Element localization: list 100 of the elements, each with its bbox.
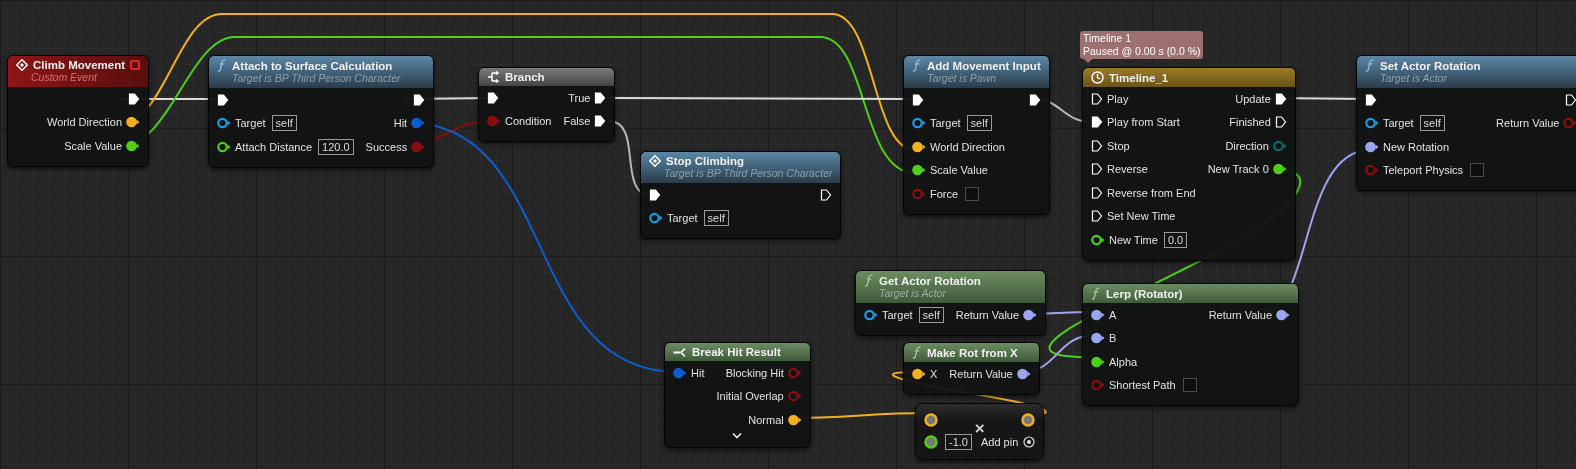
exec-pin-icon[interactable] bbox=[594, 91, 607, 104]
pin-icon[interactable] bbox=[912, 140, 926, 153]
exec-pin-icon[interactable] bbox=[1091, 210, 1103, 223]
node-header[interactable]: Break Hit Result bbox=[665, 343, 810, 361]
exec-pin-icon[interactable] bbox=[1091, 139, 1103, 152]
pin-label: Direction bbox=[1225, 139, 1269, 152]
value-field[interactable]: self bbox=[918, 306, 944, 323]
add-pin-label[interactable]: Add pin bbox=[980, 436, 1019, 448]
pin-icon[interactable] bbox=[924, 413, 938, 427]
pin-icon[interactable] bbox=[1365, 140, 1379, 153]
pin-icon[interactable] bbox=[1091, 308, 1105, 321]
exec-pin-icon[interactable] bbox=[1091, 116, 1103, 129]
pin-icon[interactable] bbox=[1091, 233, 1105, 246]
node-header[interactable]: Make Rot from X bbox=[904, 343, 1039, 362]
pin-icon[interactable] bbox=[1021, 413, 1036, 427]
checkbox[interactable] bbox=[1470, 163, 1485, 178]
node-header[interactable]: Timeline_1 bbox=[1083, 68, 1295, 87]
graph-node[interactable]: Climb Movement Custom Event World Direction Scale Value bbox=[7, 55, 149, 167]
exec-pin-icon[interactable] bbox=[820, 188, 833, 201]
graph-node[interactable]: Branch Condition True False bbox=[478, 67, 616, 142]
pin-icon[interactable] bbox=[912, 164, 926, 177]
exec-pin-icon[interactable] bbox=[217, 93, 229, 106]
pin-label: Teleport Physics bbox=[1383, 164, 1464, 177]
node-header[interactable]: Branch bbox=[479, 68, 615, 86]
pin-icon[interactable] bbox=[217, 117, 231, 130]
exec-pin-icon[interactable] bbox=[912, 93, 924, 106]
graph-node[interactable]: Break Hit Result Hit Blocking Hit Initial Overlap Normal bbox=[664, 342, 811, 448]
graph-node[interactable]: Lerp (Rotator) A B Alpha Shortest Path Return Value bbox=[1082, 283, 1300, 406]
pin-icon[interactable] bbox=[126, 116, 140, 129]
pin-label: Target bbox=[235, 117, 266, 130]
checkbox[interactable] bbox=[1182, 378, 1197, 393]
exec-pin-icon[interactable] bbox=[1565, 93, 1576, 106]
node-header[interactable]: Stop Climbing Target is BP Third Person Character bbox=[641, 152, 841, 183]
graph-node[interactable]: × -1.0 Add pin bbox=[915, 403, 1045, 460]
graph-node[interactable]: Set Actor Rotation Target is Actor Target self New Rotation Teleport Physics Return Value bbox=[1356, 55, 1576, 191]
exec-pin-icon[interactable] bbox=[128, 92, 140, 105]
branch-icon bbox=[487, 71, 500, 83]
exec-pin-icon[interactable] bbox=[594, 115, 607, 128]
pin-label: A bbox=[1109, 308, 1117, 321]
node-header[interactable]: Set Actor Rotation Target is Actor bbox=[1357, 56, 1576, 88]
chevron-down-icon[interactable] bbox=[732, 431, 743, 439]
node-header[interactable]: Lerp (Rotator) bbox=[1083, 284, 1299, 303]
graph-node[interactable]: Stop Climbing Target is BP Third Person Character Target self bbox=[640, 151, 842, 239]
node-header[interactable]: Add Movement Input Target is Pawn bbox=[904, 56, 1049, 88]
value-field[interactable]: 0.0 bbox=[1163, 231, 1188, 248]
delegate-pin-icon[interactable] bbox=[130, 60, 140, 70]
function-icon bbox=[217, 59, 227, 72]
graph-node[interactable]: Add Movement Input Target is Pawn Target self World Direction Scale Value Force bbox=[903, 55, 1050, 215]
exec-pin-icon[interactable] bbox=[1365, 93, 1377, 106]
pin-icon[interactable] bbox=[1091, 355, 1105, 368]
graph-node[interactable]: Make Rot from X X Return Value bbox=[903, 342, 1040, 395]
pin-label: World Direction bbox=[930, 140, 1005, 153]
node-subtitle: Target is BP Third Person Character bbox=[663, 167, 833, 180]
pin-icon[interactable] bbox=[217, 140, 231, 153]
value-field[interactable]: self bbox=[271, 115, 297, 132]
pin-icon[interactable] bbox=[1365, 117, 1379, 130]
pin-icon[interactable] bbox=[912, 117, 926, 130]
value-field[interactable]: self bbox=[1419, 115, 1445, 132]
node-title: Make Rot from X bbox=[927, 346, 1018, 359]
pin-icon[interactable] bbox=[924, 435, 938, 449]
operator-symbol: × bbox=[974, 419, 985, 438]
node-title: Set Actor Rotation bbox=[1380, 59, 1481, 72]
pin-icon[interactable] bbox=[1023, 308, 1038, 321]
graph-node[interactable]: Timeline_1 Play Play from Start Stop Reverse Reverse from End Set New Time New Time 0.0 Update Finished Direction New Track 0 bbox=[1082, 67, 1296, 261]
graph-node[interactable]: Attach to Surface Calculation Target is BP Third Person Character Target self Attach Distance 120.0 Hit Success bbox=[208, 55, 435, 168]
pin-icon[interactable] bbox=[649, 212, 663, 225]
node-header[interactable]: Attach to Surface Calculation Target is BP Third Person Character bbox=[209, 56, 434, 88]
checkbox[interactable] bbox=[965, 186, 980, 201]
exec-pin-icon[interactable] bbox=[649, 188, 661, 201]
pin-icon[interactable] bbox=[1091, 332, 1105, 345]
exec-pin-icon[interactable] bbox=[487, 91, 499, 104]
pin-label: Target bbox=[667, 212, 698, 225]
exec-pin-icon[interactable] bbox=[1028, 93, 1041, 106]
value-field[interactable]: self bbox=[966, 115, 992, 132]
node-title: Break Hit Result bbox=[692, 346, 781, 358]
pin-label: Hit bbox=[691, 366, 705, 379]
pin-icon[interactable] bbox=[787, 413, 802, 426]
pin-label: New Track 0 bbox=[1207, 163, 1269, 176]
pin-icon[interactable] bbox=[1016, 367, 1031, 380]
node-header[interactable]: Get Actor Rotation Target is Actor bbox=[856, 271, 1046, 303]
exec-pin-icon[interactable] bbox=[413, 93, 426, 106]
exec-pin-icon[interactable] bbox=[1091, 163, 1103, 176]
pin-label: Attach Distance bbox=[235, 140, 313, 153]
pin-label: Force bbox=[930, 187, 959, 200]
pin-icon[interactable] bbox=[1272, 163, 1287, 176]
exec-pin-icon[interactable] bbox=[1091, 186, 1103, 199]
node-header[interactable]: Climb Movement Custom Event bbox=[8, 56, 148, 87]
exec-pin-icon[interactable] bbox=[1274, 92, 1287, 105]
exec-pin-icon[interactable] bbox=[1274, 116, 1287, 129]
value-field[interactable]: self bbox=[703, 210, 729, 227]
pin-icon[interactable] bbox=[864, 308, 878, 321]
pin-icon[interactable] bbox=[1276, 308, 1291, 321]
exec-pin-icon[interactable] bbox=[1091, 92, 1103, 105]
pin-label: Reverse from End bbox=[1107, 186, 1196, 199]
graph-node[interactable]: Get Actor Rotation Target is Actor Target self Return Value bbox=[855, 270, 1047, 336]
value-field[interactable]: 120.0 bbox=[318, 138, 354, 155]
pin-icon[interactable] bbox=[912, 367, 926, 380]
value-field[interactable]: -1.0 bbox=[945, 434, 972, 450]
add-icon[interactable] bbox=[1023, 436, 1036, 448]
pin-icon[interactable] bbox=[126, 139, 140, 152]
